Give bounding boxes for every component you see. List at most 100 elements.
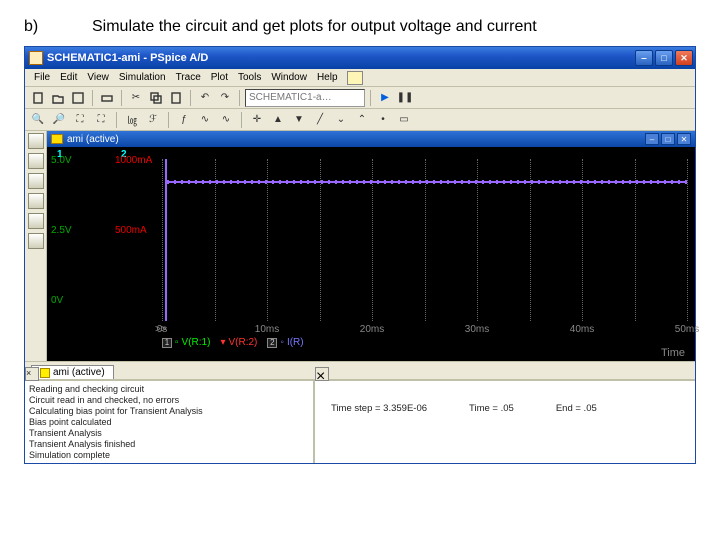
menu-plot[interactable]: Plot	[206, 72, 233, 83]
plot-title: ami (active)	[67, 134, 119, 145]
log-close-icon[interactable]: ×	[25, 367, 39, 381]
toolbar-row-2: 🔍 🔎 ⛶ ⛶ ㏒ ℱ ƒ ∿ ∿ ✛ ▲ ▼ ╱ ⌄ ⌃ • ▭	[25, 109, 695, 131]
eval-icon[interactable]: ƒ	[175, 111, 193, 129]
plot-area[interactable]: 1 2 5.0V 2.5V 0V 1000mA 500mA >>	[47, 147, 695, 361]
strip-icon[interactable]	[28, 233, 44, 249]
zoom-in-icon[interactable]: 🔍	[29, 111, 47, 129]
y1-tick: 2.5V	[51, 225, 72, 236]
y1-tick: 0V	[51, 295, 63, 306]
x-tick: 30ms	[465, 324, 489, 335]
tab-row: ami (active)	[25, 361, 695, 379]
titlebar[interactable]: SCHEMATIC1-ami - PSpice A/D ‒ □ ✕	[25, 47, 695, 69]
status-pane: × Time step = 3.359E-06 Time = .05 End =…	[315, 381, 695, 463]
x-tick: 20ms	[360, 324, 384, 335]
tab-label: ami (active)	[53, 367, 105, 378]
cursor-trough-icon[interactable]: ▼	[290, 111, 308, 129]
bottom-panes: × Reading and checking circuit Circuit r…	[25, 379, 695, 463]
log-line: Circuit read in and checked, no errors	[29, 395, 309, 406]
print-icon[interactable]	[98, 89, 116, 107]
toolbar-row-1: ✂ ↶ ↷ SCHEMATIC1-a… ▶ ❚❚	[25, 87, 695, 109]
y1-tick: 5.0V	[51, 155, 72, 166]
plot-window: ami (active) ‒ □ ✕ 1 2 5.0V 2.5V 0V 1000…	[47, 131, 695, 361]
menubar[interactable]: File Edit View Simulation Trace Plot Too…	[25, 69, 695, 87]
log-line: Bias point calculated	[29, 417, 309, 428]
cursor-peak-icon[interactable]: ▲	[269, 111, 287, 129]
menu-trace[interactable]: Trace	[171, 72, 206, 83]
cut-icon[interactable]: ✂	[127, 89, 145, 107]
x-axis-label: Time	[661, 347, 685, 359]
question-body: Simulate the circuit and get plots for o…	[92, 18, 537, 35]
work-area: ami (active) ‒ □ ✕ 1 2 5.0V 2.5V 0V 1000…	[25, 131, 695, 361]
menu-accent-icon	[347, 71, 363, 85]
plot-min-button[interactable]: ‒	[645, 133, 659, 145]
status-timestep: Time step = 3.359E-06	[331, 403, 427, 414]
undo-icon[interactable]: ↶	[196, 89, 214, 107]
app-icon	[29, 51, 43, 65]
left-tool-strip	[25, 131, 47, 361]
plot-icon	[51, 134, 63, 144]
schematic-name-field[interactable]: SCHEMATIC1-a…	[245, 89, 365, 107]
log-line: Transient Analysis finished	[29, 439, 309, 450]
log-line: Reading and checking circuit	[29, 384, 309, 395]
cursor-point-icon[interactable]: •	[374, 111, 392, 129]
legend-marker: 1	[162, 338, 172, 348]
menu-window[interactable]: Window	[266, 72, 312, 83]
y2-tick: 1000mA	[115, 155, 152, 166]
strip-icon[interactable]	[28, 213, 44, 229]
strip-icon[interactable]	[28, 193, 44, 209]
strip-icon[interactable]	[28, 133, 44, 149]
log-x-icon[interactable]: ㏒	[123, 111, 141, 129]
tab-ami[interactable]: ami (active)	[31, 365, 114, 379]
menu-help[interactable]: Help	[312, 72, 343, 83]
paste-icon[interactable]	[167, 89, 185, 107]
zoom-area-icon[interactable]: ⛶	[71, 111, 89, 129]
cursor-slope-icon[interactable]: ╱	[311, 111, 329, 129]
plot-titlebar[interactable]: ami (active) ‒ □ ✕	[47, 131, 695, 147]
output-log[interactable]: × Reading and checking circuit Circuit r…	[25, 381, 315, 463]
menu-file[interactable]: File	[29, 72, 55, 83]
pause-button[interactable]: ❚❚	[396, 89, 414, 107]
menu-simulation[interactable]: Simulation	[114, 72, 171, 83]
legend-i1: I(R)	[287, 337, 304, 348]
legend-v2: V(R:2)	[228, 337, 257, 348]
schematic-name-text: SCHEMATIC1-a…	[249, 92, 332, 103]
new-icon[interactable]	[29, 89, 47, 107]
cursor-max-icon[interactable]: ⌃	[353, 111, 371, 129]
close-button[interactable]: ✕	[675, 50, 693, 66]
menu-edit[interactable]: Edit	[55, 72, 82, 83]
cursor-min-icon[interactable]: ⌄	[332, 111, 350, 129]
plot-legend: 1▫V(R:1) ▾V(R:2) 2◦I(R)	[162, 337, 304, 348]
question-label: b)	[24, 18, 92, 36]
maximize-button[interactable]: □	[655, 50, 673, 66]
x-tick: 10ms	[255, 324, 279, 335]
zoom-out-icon[interactable]: 🔎	[50, 111, 68, 129]
copy-icon[interactable]	[147, 89, 165, 107]
plot-max-button[interactable]: □	[661, 133, 675, 145]
menu-tools[interactable]: Tools	[233, 72, 266, 83]
minimize-button[interactable]: ‒	[635, 50, 653, 66]
redo-icon[interactable]: ↷	[216, 89, 234, 107]
fft-icon[interactable]: ℱ	[144, 111, 162, 129]
plot-trace	[162, 159, 687, 321]
tab-icon	[40, 368, 50, 378]
zoom-fit-icon[interactable]: ⛶	[92, 111, 110, 129]
trace-del-icon[interactable]: ∿	[217, 111, 235, 129]
cursor-icon[interactable]: ✛	[248, 111, 266, 129]
question-text: b)Simulate the circuit and get plots for…	[24, 18, 696, 36]
legend-marker: 2	[267, 338, 277, 348]
mark-label-icon[interactable]: ▭	[395, 111, 413, 129]
run-button[interactable]: ▶	[376, 89, 394, 107]
open-icon[interactable]	[49, 89, 67, 107]
strip-icon[interactable]	[28, 153, 44, 169]
trace-add-icon[interactable]: ∿	[196, 111, 214, 129]
save-icon[interactable]	[69, 89, 87, 107]
strip-icon[interactable]	[28, 173, 44, 189]
menu-view[interactable]: View	[82, 72, 114, 83]
status-time: Time = .05	[469, 403, 514, 414]
x-tick: 0s	[157, 324, 168, 335]
status-end: End = .05	[556, 403, 597, 414]
status-close-icon[interactable]: ×	[315, 367, 329, 381]
plot-close-button[interactable]: ✕	[677, 133, 691, 145]
log-line: Calculating bias point for Transient Ana…	[29, 406, 309, 417]
window-title: SCHEMATIC1-ami - PSpice A/D	[47, 52, 208, 64]
